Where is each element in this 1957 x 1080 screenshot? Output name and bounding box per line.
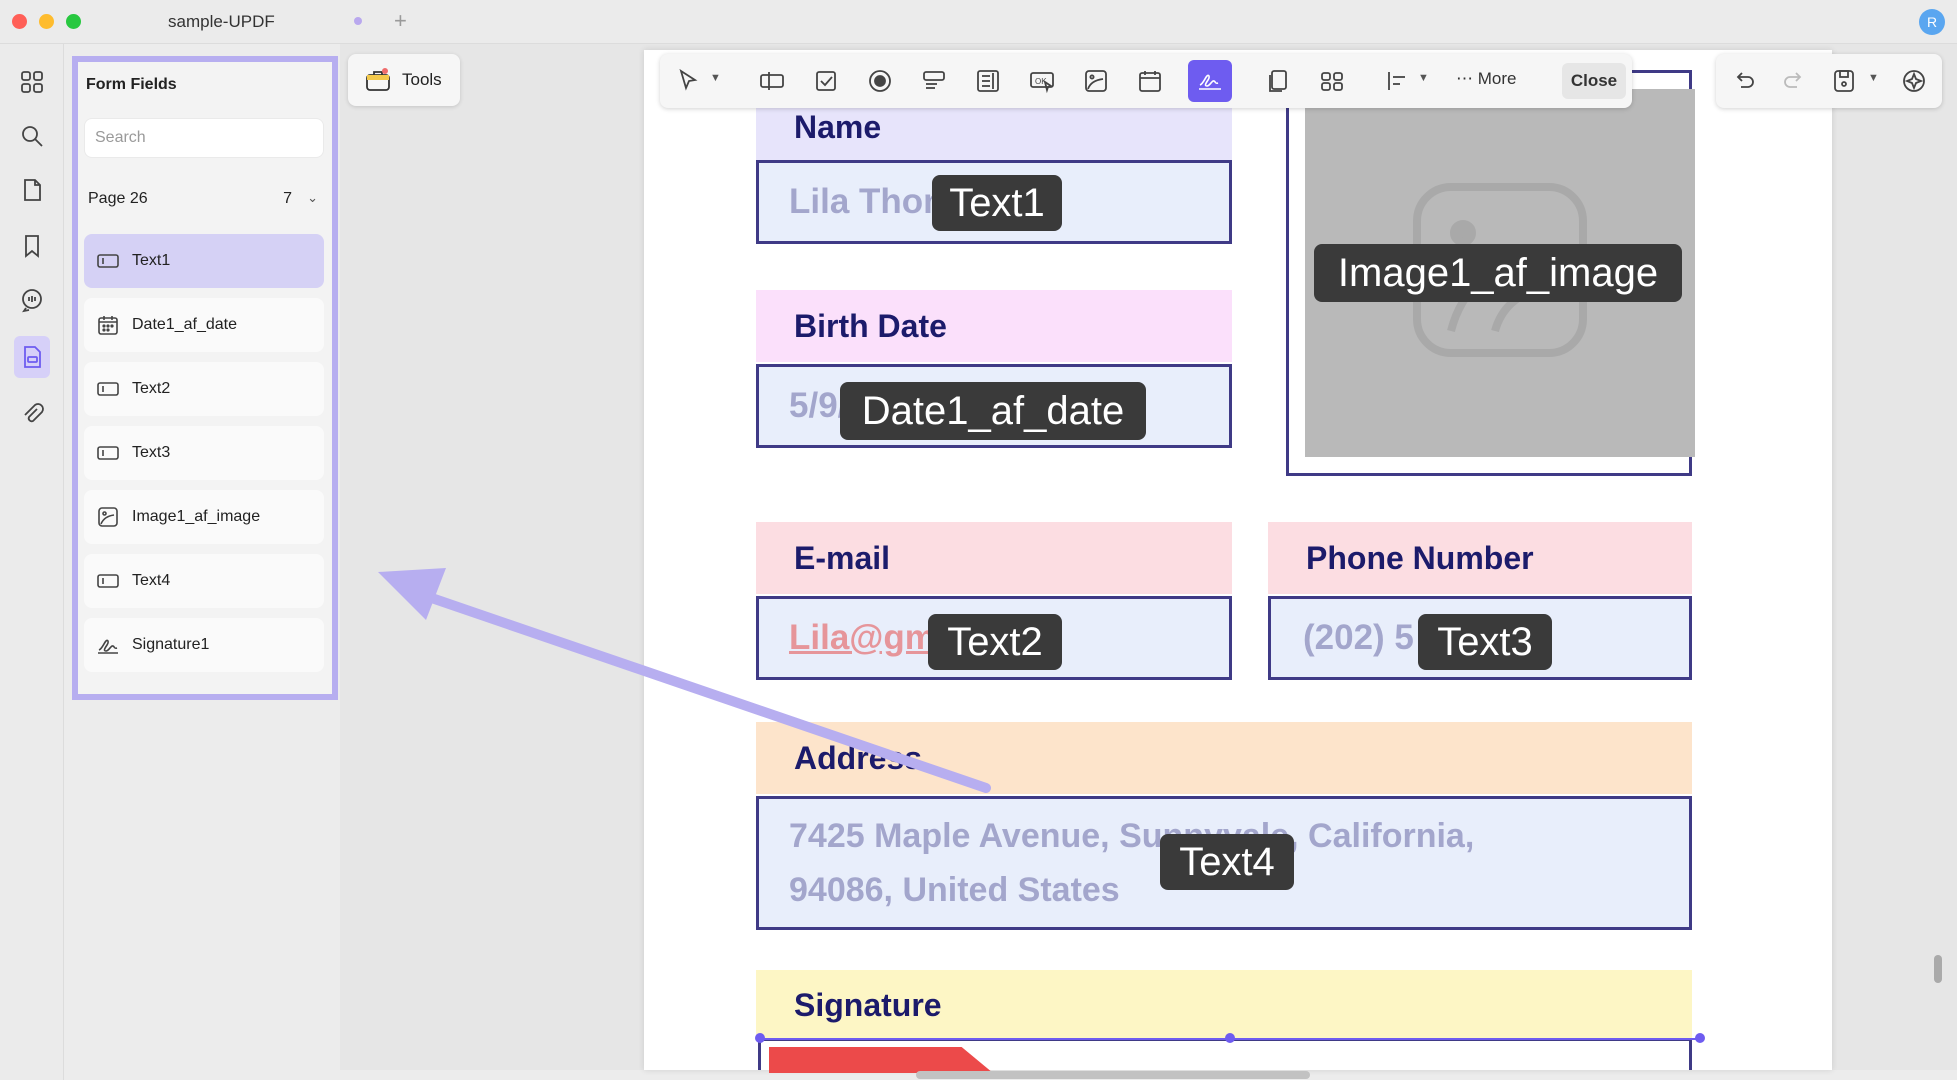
more-button-label: More: [1477, 69, 1517, 88]
field-list: Text1 Date1_af_date Text2 Text3 Image1_a…: [84, 234, 324, 682]
text-field-tool-icon[interactable]: [756, 65, 788, 97]
grid-layout-icon[interactable]: [1316, 65, 1348, 97]
tools-button[interactable]: Tools: [348, 54, 460, 106]
field-item-label: Date1_af_date: [132, 316, 237, 333]
radio-button-tool-icon[interactable]: [864, 65, 896, 97]
page-group-header[interactable]: Page 26 7 ⌄: [88, 190, 322, 214]
page-field-count: 7: [283, 190, 292, 207]
align-left-icon[interactable]: [1382, 65, 1414, 97]
toolbox-icon: [366, 68, 390, 91]
panel-title: Form Fields: [86, 76, 177, 93]
text-field-icon: [96, 249, 120, 273]
text-field-icon: [96, 377, 120, 401]
field-item-label: Text4: [132, 572, 171, 589]
horizontal-scrollbar[interactable]: [916, 1071, 1310, 1079]
field-item-label: Text2: [132, 380, 171, 397]
close-button[interactable]: Close: [1562, 63, 1626, 99]
form-toolbar: ▼ OK ▼ ⋯ More Close: [660, 54, 1632, 108]
more-button[interactable]: ⋯ More: [1456, 69, 1516, 89]
vertical-scrollbar[interactable]: [1934, 955, 1942, 983]
field-item-label: Text1: [132, 252, 171, 269]
history-toolbar: ▼: [1716, 54, 1942, 108]
field-item-label: Image1_af_image: [132, 508, 261, 525]
ai-assistant-icon[interactable]: [1898, 65, 1930, 97]
tools-button-label: Tools: [402, 70, 442, 89]
checkbox-tool-icon[interactable]: [810, 65, 842, 97]
image-field-icon: [96, 505, 120, 529]
field-item-image1[interactable]: Image1_af_image: [84, 490, 324, 544]
field-item-text2[interactable]: Text2: [84, 362, 324, 416]
date-field-icon: [96, 313, 120, 337]
field-item-label: Text3: [132, 444, 171, 461]
chevron-down-icon[interactable]: ▼: [710, 72, 721, 84]
image-field-tool-icon[interactable]: [1080, 65, 1112, 97]
text-field-icon: [96, 441, 120, 465]
list-box-tool-icon[interactable]: [972, 65, 1004, 97]
undo-icon[interactable]: [1728, 65, 1760, 97]
pointer-select-icon[interactable]: [672, 65, 704, 97]
date-tool-icon[interactable]: [1134, 65, 1166, 97]
chevron-down-icon[interactable]: ⌄: [307, 190, 318, 206]
field-search-input[interactable]: [84, 118, 324, 158]
duplicate-page-icon[interactable]: [1262, 65, 1294, 97]
signature-field-icon: [96, 633, 120, 657]
save-icon[interactable]: [1828, 65, 1860, 97]
field-item-text1[interactable]: Text1: [84, 234, 324, 288]
signature-tool-icon[interactable]: [1188, 60, 1232, 102]
form-fields-panel: Form Fields Page 26 7 ⌄ Text1 Date1_af_d…: [72, 56, 338, 700]
more-dots-icon: ⋯: [1456, 69, 1473, 88]
button-tool-icon[interactable]: OK: [1026, 65, 1058, 97]
field-item-text3[interactable]: Text3: [84, 426, 324, 480]
chevron-down-icon[interactable]: ▼: [1418, 72, 1429, 84]
page-group-label: Page 26: [88, 190, 148, 207]
field-item-label: Signature1: [132, 636, 210, 653]
redo-icon[interactable]: [1778, 65, 1810, 97]
field-item-signature1[interactable]: Signature1: [84, 618, 324, 672]
dropdown-tool-icon[interactable]: [918, 65, 950, 97]
chevron-down-icon[interactable]: ▼: [1868, 72, 1879, 84]
field-item-text4[interactable]: Text4: [84, 554, 324, 608]
text-field-icon: [96, 569, 120, 593]
field-item-date1[interactable]: Date1_af_date: [84, 298, 324, 352]
